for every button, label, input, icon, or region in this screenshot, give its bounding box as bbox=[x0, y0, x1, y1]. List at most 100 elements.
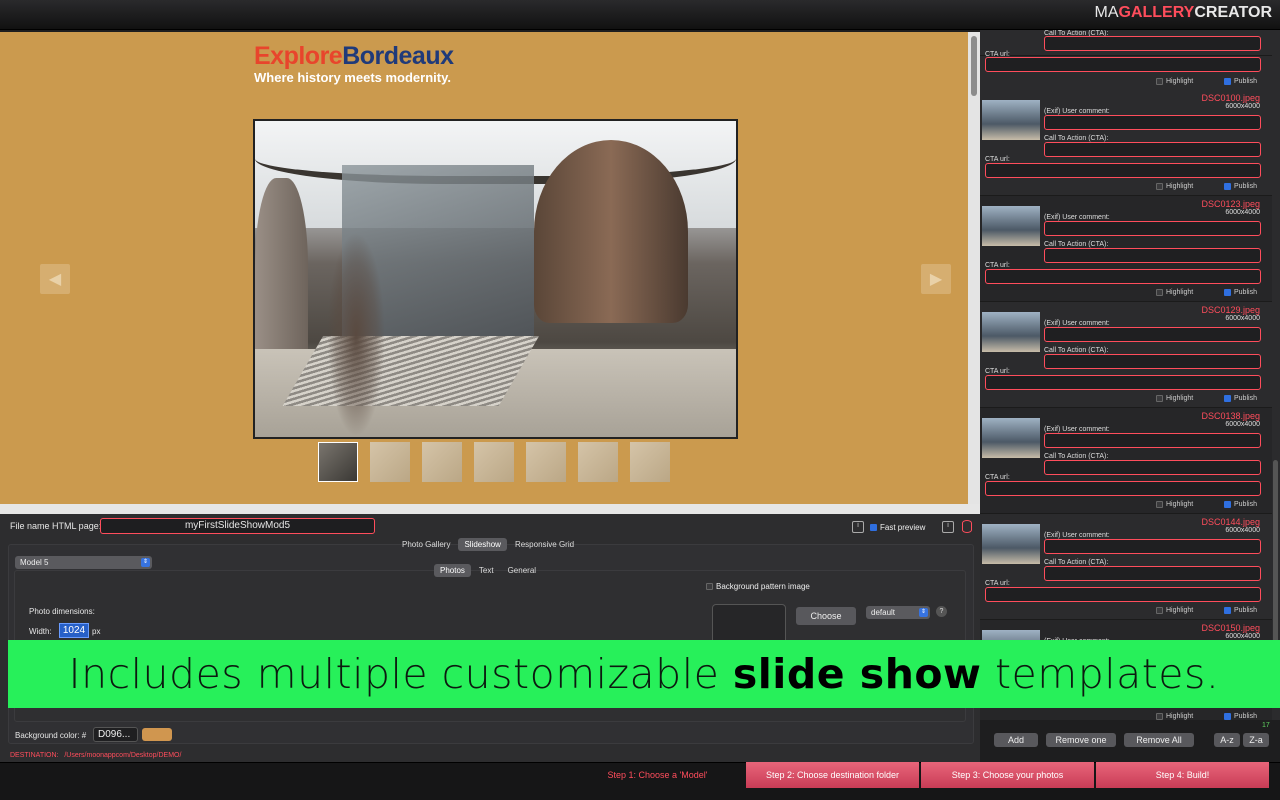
add-button[interactable]: Add bbox=[994, 733, 1038, 747]
photo-dimensions-label: Photo dimensions: bbox=[29, 607, 95, 616]
fast-preview-checkbox[interactable]: Fast preview bbox=[870, 523, 925, 532]
tab-photo-gallery[interactable]: Photo Gallery bbox=[396, 538, 456, 551]
preview-hscroll[interactable] bbox=[0, 504, 980, 514]
highlight-checkbox[interactable]: Highlight bbox=[1156, 607, 1193, 614]
publish-checkbox[interactable]: Publish bbox=[1224, 607, 1257, 614]
thumbnail[interactable] bbox=[370, 442, 410, 482]
highlight-checkbox[interactable]: Highlight bbox=[1156, 183, 1193, 190]
exif-comment-input[interactable] bbox=[1044, 327, 1261, 342]
tab-slideshow[interactable]: Slideshow bbox=[458, 538, 507, 551]
step-4-button[interactable]: Step 4: Build! bbox=[1096, 762, 1269, 788]
photo-thumbnail[interactable] bbox=[982, 206, 1040, 246]
info-icon[interactable]: i bbox=[852, 521, 864, 533]
photo-thumbnail[interactable] bbox=[982, 312, 1040, 352]
cta-label: Call To Action (CTA): bbox=[1044, 453, 1109, 460]
highlight-checkbox[interactable]: Highlight bbox=[1156, 289, 1193, 296]
step-2-button[interactable]: Step 2: Choose destination folder bbox=[746, 762, 919, 788]
step-3-button[interactable]: Step 3: Choose your photos bbox=[921, 762, 1094, 788]
exif-comment-input[interactable] bbox=[1044, 115, 1261, 130]
background-pattern-checkbox[interactable]: Background pattern image bbox=[706, 582, 810, 591]
thumbnail-strip bbox=[318, 442, 670, 482]
cta-url-input[interactable] bbox=[985, 587, 1261, 602]
thumbnail[interactable] bbox=[422, 442, 462, 482]
exif-label: (Exif) User comment: bbox=[1044, 426, 1110, 433]
remove-all-button[interactable]: Remove All bbox=[1124, 733, 1194, 747]
list-item: Call To Action (CTA): CTA url: Highlight… bbox=[980, 30, 1272, 85]
list-item: DSC0144.jpeg 6000x4000 (Exif) User comment… bbox=[980, 514, 1272, 620]
thumbnail[interactable] bbox=[318, 442, 358, 482]
cta-url-input[interactable] bbox=[985, 163, 1261, 178]
exif-comment-input[interactable] bbox=[1044, 539, 1261, 554]
cta-url-label: CTA url: bbox=[985, 580, 1010, 587]
photo-count: 17 bbox=[1262, 722, 1270, 729]
cta-input[interactable] bbox=[1044, 354, 1261, 369]
file-dimensions: 6000x4000 bbox=[1225, 315, 1260, 322]
tab-text[interactable]: Text bbox=[473, 564, 500, 577]
highlight-checkbox[interactable]: Highlight bbox=[1156, 501, 1193, 508]
choose-pattern-button[interactable]: Choose bbox=[796, 607, 856, 625]
thumbnail[interactable] bbox=[630, 442, 670, 482]
cta-input[interactable] bbox=[1044, 566, 1261, 581]
list-scrollbar[interactable] bbox=[1273, 460, 1278, 670]
cta-label: Call To Action (CTA): bbox=[1044, 241, 1109, 248]
pattern-mode-select[interactable]: default ⇕ bbox=[866, 606, 930, 619]
cta-url-input[interactable] bbox=[985, 269, 1261, 284]
cta-url-input[interactable] bbox=[985, 57, 1261, 72]
photo-thumbnail[interactable] bbox=[982, 524, 1040, 564]
cta-url-input[interactable] bbox=[985, 481, 1261, 496]
cta-input[interactable] bbox=[1044, 36, 1261, 51]
database-icon[interactable] bbox=[962, 520, 972, 533]
width-input[interactable]: 1024 bbox=[59, 623, 89, 638]
thumbnail[interactable] bbox=[526, 442, 566, 482]
exif-comment-input[interactable] bbox=[1044, 433, 1261, 448]
publish-checkbox[interactable]: Publish bbox=[1224, 289, 1257, 296]
exif-label: (Exif) User comment: bbox=[1044, 108, 1110, 115]
publish-checkbox[interactable]: Publish bbox=[1224, 713, 1257, 720]
exif-label: (Exif) User comment: bbox=[1044, 214, 1110, 221]
publish-checkbox[interactable]: Publish bbox=[1224, 395, 1257, 402]
file-dimensions: 6000x4000 bbox=[1225, 633, 1260, 640]
thumbnail[interactable] bbox=[578, 442, 618, 482]
photo-thumbnail[interactable] bbox=[982, 100, 1040, 140]
step-1-button[interactable]: Step 1: Choose a 'Model' bbox=[570, 762, 745, 788]
thumbnail[interactable] bbox=[474, 442, 514, 482]
sort-az-button[interactable]: A-z bbox=[1214, 733, 1240, 747]
list-item: DSC0138.jpeg 6000x4000 (Exif) User comment… bbox=[980, 408, 1272, 514]
publish-checkbox[interactable]: Publish bbox=[1224, 78, 1257, 85]
info-icon[interactable]: i bbox=[942, 521, 954, 533]
file-dimensions: 6000x4000 bbox=[1225, 527, 1260, 534]
preview-vscroll[interactable] bbox=[968, 32, 980, 504]
publish-checkbox[interactable]: Publish bbox=[1224, 501, 1257, 508]
cta-url-label: CTA url: bbox=[985, 262, 1010, 269]
cta-input[interactable] bbox=[1044, 248, 1261, 263]
exif-comment-input[interactable] bbox=[1044, 221, 1261, 236]
file-name: DSC0150.jpeg bbox=[1201, 623, 1260, 633]
highlight-checkbox[interactable]: Highlight bbox=[1156, 78, 1193, 85]
scroll-knob[interactable] bbox=[971, 36, 977, 96]
cta-url-input[interactable] bbox=[985, 375, 1261, 390]
preview-title: ExploreBordeaux bbox=[254, 42, 454, 70]
file-name-input[interactable]: myFirstSlideShowMod5 bbox=[100, 518, 375, 534]
next-slide-button[interactable]: ▶ bbox=[921, 264, 951, 294]
photo-thumbnail[interactable] bbox=[982, 418, 1040, 458]
cta-input[interactable] bbox=[1044, 142, 1261, 157]
help-icon[interactable]: ? bbox=[936, 606, 947, 617]
highlight-checkbox[interactable]: Highlight bbox=[1156, 395, 1193, 402]
sort-za-button[interactable]: Z-a bbox=[1243, 733, 1269, 747]
color-swatch[interactable] bbox=[142, 728, 172, 741]
width-label: Width: bbox=[29, 627, 52, 636]
model-select[interactable]: Model 5 ⇕ bbox=[15, 556, 152, 569]
tab-responsive-grid[interactable]: Responsive Grid bbox=[509, 538, 580, 551]
tab-photos[interactable]: Photos bbox=[434, 564, 471, 577]
chevron-updown-icon: ⇕ bbox=[919, 608, 928, 617]
cta-url-label: CTA url: bbox=[985, 368, 1010, 375]
publish-checkbox[interactable]: Publish bbox=[1224, 183, 1257, 190]
highlight-checkbox[interactable]: Highlight bbox=[1156, 713, 1193, 720]
remove-one-button[interactable]: Remove one bbox=[1046, 733, 1116, 747]
file-dimensions: 6000x4000 bbox=[1225, 103, 1260, 110]
prev-slide-button[interactable]: ◀ bbox=[40, 264, 70, 294]
tab-general[interactable]: General bbox=[502, 564, 542, 577]
cta-input[interactable] bbox=[1044, 460, 1261, 475]
background-color-input[interactable]: D096... bbox=[93, 727, 138, 742]
main-slide-photo bbox=[253, 119, 738, 439]
